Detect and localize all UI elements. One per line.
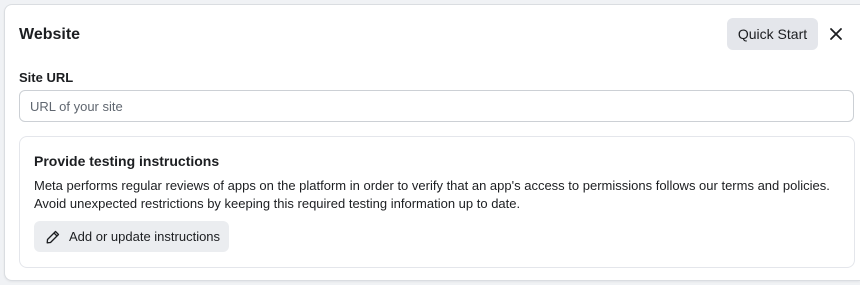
site-url-input[interactable] bbox=[19, 90, 854, 122]
quick-start-button[interactable]: Quick Start bbox=[727, 18, 818, 50]
panel-title: Website bbox=[19, 26, 81, 43]
description-line-2: Avoid unexpected restrictions by keeping… bbox=[34, 196, 521, 211]
website-panel: Website Quick Start Site URL Provide tes… bbox=[4, 4, 860, 281]
add-update-instructions-button[interactable]: Add or update instructions bbox=[34, 221, 229, 252]
testing-instructions-description: Meta performs regular reviews of apps on… bbox=[34, 177, 834, 213]
close-button[interactable] bbox=[825, 23, 847, 45]
page: Website Quick Start Site URL Provide tes… bbox=[0, 0, 860, 285]
testing-instructions-title: Provide testing instructions bbox=[34, 153, 220, 169]
description-line-1: Meta performs regular reviews of apps on… bbox=[34, 178, 830, 193]
pencil-icon bbox=[45, 229, 61, 245]
testing-instructions-card: Provide testing instructions Meta perfor… bbox=[19, 136, 855, 268]
close-icon bbox=[830, 28, 842, 40]
add-update-instructions-label: Add or update instructions bbox=[69, 229, 221, 244]
site-url-label: Site URL bbox=[19, 70, 74, 85]
